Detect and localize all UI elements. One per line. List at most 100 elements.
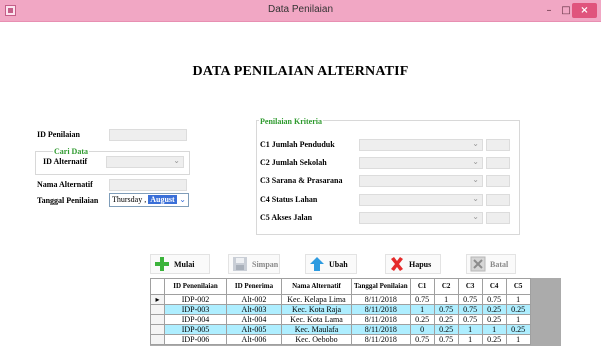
table-cell[interactable]: 0.75 [457, 304, 483, 315]
table-cell[interactable]: 0.25 [409, 314, 435, 325]
row-header[interactable] [150, 314, 165, 325]
chevron-down-icon[interactable]: ⌄ [173, 156, 180, 165]
id-alternatif-combo[interactable]: ⌄ [106, 156, 184, 168]
criteria-score-c5[interactable] [486, 212, 510, 224]
criteria-score-c1[interactable] [486, 139, 510, 151]
table-cell[interactable]: 0.75 [433, 304, 459, 315]
table-cell[interactable]: Kec. Kota Lama [281, 314, 352, 325]
table-cell[interactable]: IDP-004 [164, 314, 227, 325]
table-cell[interactable]: 1 [505, 334, 531, 345]
row-header[interactable] [150, 334, 165, 345]
criteria-combo-c1[interactable]: ⌄ [359, 139, 483, 151]
column-header[interactable]: ID Penerima [226, 278, 282, 295]
table-cell[interactable]: 1 [457, 324, 483, 335]
column-header[interactable]: ID Penenilaian [164, 278, 227, 295]
table-cell[interactable]: 0.25 [505, 324, 531, 335]
table-row[interactable]: IDP-005 Alt-005 Kec. Maulafa 8/11/2018 0… [150, 324, 531, 335]
chevron-down-icon[interactable]: ⌄ [472, 139, 479, 148]
table-cell[interactable]: 0.25 [433, 324, 459, 335]
column-header[interactable]: C4 [481, 278, 507, 295]
batal-label: Batal [490, 259, 509, 269]
criteria-combo-c2[interactable]: ⌄ [359, 157, 483, 169]
table-cell[interactable]: 8/11/2018 [351, 314, 411, 325]
table-cell[interactable]: 0.25 [481, 334, 507, 345]
criteria-combo-c4[interactable]: ⌄ [359, 194, 483, 206]
table-cell[interactable]: 8/11/2018 [351, 334, 411, 345]
table-cell[interactable]: 0.25 [481, 314, 507, 325]
table-cell[interactable]: 1 [409, 304, 435, 315]
table-cell[interactable]: Alt-005 [226, 324, 282, 335]
table-row[interactable]: ▸ IDP-002 Alt-002 Kec. Kelapa Lima 8/11/… [150, 294, 531, 305]
table-cell[interactable]: 0.75 [409, 294, 435, 305]
chevron-down-icon[interactable]: ⌄ [472, 194, 479, 203]
save-icon [232, 256, 248, 272]
table-cell[interactable]: 1 [505, 294, 531, 305]
mulai-button[interactable]: Mulai [150, 254, 210, 274]
table-cell[interactable]: IDP-005 [164, 324, 227, 335]
table-cell[interactable]: 8/11/2018 [351, 304, 411, 315]
criteria-combo-c5[interactable]: ⌄ [359, 212, 483, 224]
batal-button[interactable]: Batal [466, 254, 516, 274]
criteria-combo-c3[interactable]: ⌄ [359, 175, 483, 187]
table-cell[interactable]: 1 [433, 294, 459, 305]
tanggal-penilaian-label: Tanggal Penilaian [37, 196, 99, 205]
table-cell[interactable]: 1 [505, 314, 531, 325]
table-cell[interactable]: 0.25 [433, 314, 459, 325]
table-cell[interactable]: 0.75 [457, 314, 483, 325]
row-header[interactable] [150, 324, 165, 335]
column-header[interactable]: Tanggal Penilaian [351, 278, 411, 295]
chevron-down-icon[interactable]: ⌄ [472, 212, 479, 221]
tanggal-date-picker[interactable]: Thursday , August ⌄ [109, 193, 189, 207]
chevron-down-icon[interactable]: ⌄ [472, 157, 479, 166]
simpan-button[interactable]: Simpan [228, 254, 280, 274]
ubah-button[interactable]: Ubah [305, 254, 357, 274]
column-header[interactable]: C3 [457, 278, 483, 295]
column-header[interactable]: C1 [409, 278, 435, 295]
table-cell[interactable]: IDP-006 [164, 334, 227, 345]
table-cell[interactable]: IDP-003 [164, 304, 227, 315]
criteria-score-c2[interactable] [486, 157, 510, 169]
penilaian-grid[interactable]: ID Penenilaian ID Penerima Nama Alternat… [150, 278, 561, 346]
table-cell[interactable]: 0.25 [505, 304, 531, 315]
table-cell[interactable]: Kec. Kota Raja [281, 304, 352, 315]
chevron-down-icon[interactable]: ⌄ [472, 175, 479, 184]
close-button[interactable]: × [572, 3, 597, 18]
column-header[interactable]: C5 [505, 278, 531, 295]
table-cell[interactable]: 0.75 [433, 334, 459, 345]
table-cell[interactable]: Kec. Oebobo [281, 334, 352, 345]
chevron-down-icon[interactable]: ⌄ [179, 194, 186, 206]
id-penilaian-field[interactable] [109, 129, 187, 141]
column-header[interactable]: Nama Alternatif [281, 278, 352, 295]
id-penilaian-label: ID Penilaian [37, 130, 80, 139]
id-alternatif-label: ID Alternatif [43, 157, 88, 166]
table-cell[interactable]: 8/11/2018 [351, 324, 411, 335]
title-bar: Data Penilaian – □ × [0, 0, 601, 22]
table-cell[interactable]: Alt-004 [226, 314, 282, 325]
table-cell[interactable]: 0.75 [409, 334, 435, 345]
hapus-button[interactable]: Hapus [385, 254, 441, 274]
table-cell[interactable]: 1 [457, 334, 483, 345]
row-header[interactable] [150, 304, 165, 315]
table-cell[interactable]: 0.75 [481, 294, 507, 305]
column-header[interactable]: C2 [433, 278, 459, 295]
table-cell[interactable]: 0.75 [457, 294, 483, 305]
table-cell[interactable]: Alt-006 [226, 334, 282, 345]
table-cell[interactable]: 0 [409, 324, 435, 335]
nama-alternatif-field[interactable] [109, 179, 187, 191]
criteria-label-c4: C4 Status Lahan [260, 195, 318, 204]
table-row[interactable]: IDP-004 Alt-004 Kec. Kota Lama 8/11/2018… [150, 314, 531, 325]
table-cell[interactable]: Alt-002 [226, 294, 282, 305]
table-row[interactable]: IDP-006 Alt-006 Kec. Oebobo 8/11/2018 0.… [150, 334, 531, 345]
table-cell[interactable]: 1 [481, 324, 507, 335]
table-cell[interactable]: 8/11/2018 [351, 294, 411, 305]
minimize-button[interactable]: – [540, 3, 558, 18]
table-cell[interactable]: IDP-002 [164, 294, 227, 305]
table-row[interactable]: IDP-003 Alt-003 Kec. Kota Raja 8/11/2018… [150, 304, 531, 315]
table-cell[interactable]: 0.25 [481, 304, 507, 315]
criteria-score-c4[interactable] [486, 194, 510, 206]
criteria-score-c3[interactable] [486, 175, 510, 187]
table-cell[interactable]: Kec. Kelapa Lima [281, 294, 352, 305]
criteria-label-c5: C5 Akses Jalan [260, 213, 313, 222]
table-cell[interactable]: Alt-003 [226, 304, 282, 315]
table-cell[interactable]: Kec. Maulafa [281, 324, 352, 335]
